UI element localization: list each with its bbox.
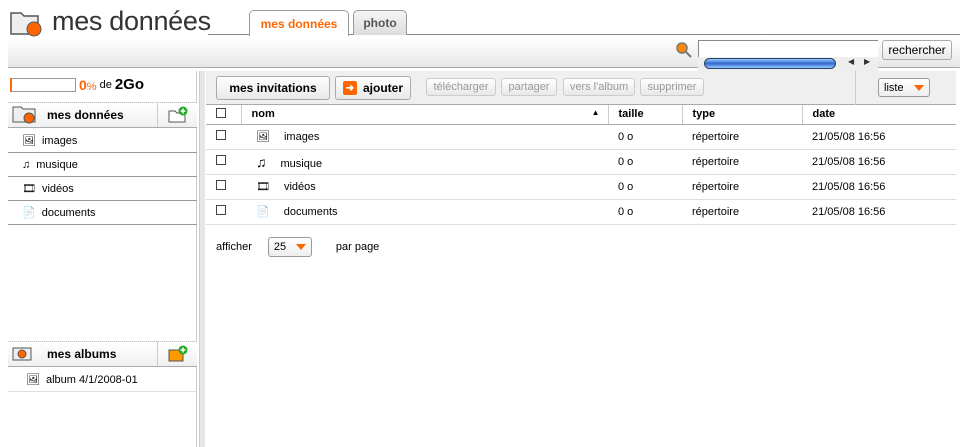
file-table: nom ▲ taille type date 🖼 images 0 o répertoi… — [206, 105, 956, 225]
row-type: répertoire — [682, 124, 802, 150]
row-checkbox[interactable] — [216, 130, 226, 140]
table-row[interactable]: 🖼 images 0 o répertoire 21/05/08 16:56 — [206, 124, 956, 150]
mes-albums-header[interactable]: mes albums — [8, 341, 197, 367]
row-type: répertoire — [682, 199, 802, 225]
tab-photo[interactable]: photo — [353, 10, 407, 35]
app-title: mes données — [52, 6, 211, 36]
quota-percent-sign: % — [86, 80, 97, 93]
mes-donnees-header[interactable]: mes données — [8, 102, 197, 128]
album-label: album 4/1/2008-01 — [45, 373, 138, 386]
document-icon: 📄 — [22, 207, 36, 219]
row-checkbox[interactable] — [216, 205, 226, 215]
scroll-left-icon[interactable]: ◀ — [848, 57, 854, 66]
add-label: ajouter — [362, 81, 403, 95]
app-logo: mes données — [8, 6, 211, 37]
folder-icon — [11, 104, 39, 127]
to-album-button[interactable]: vers l'album — [563, 78, 635, 96]
table-row[interactable]: 🎞 vidéos 0 o répertoire 21/05/08 16:56 — [206, 174, 956, 200]
pagination: afficher 25 par page — [216, 237, 379, 257]
image-icon: 🖼 — [22, 135, 36, 147]
row-checkbox[interactable] — [216, 180, 226, 190]
sidebar-item-label: musique — [36, 158, 78, 171]
col-date[interactable]: date — [802, 105, 956, 125]
table-row[interactable]: ♫ musique 0 o répertoire 21/05/08 16:56 — [206, 149, 956, 175]
music-icon: ♫ — [256, 153, 267, 170]
sidebar-item-label: images — [41, 134, 78, 147]
search-scrollbar[interactable]: ◀ ▶ — [698, 57, 878, 71]
row-date: 21/05/08 16:56 — [802, 124, 956, 150]
quota-of: de — [99, 78, 112, 91]
add-button[interactable]: ➜ ajouter — [335, 76, 411, 100]
quota-percent: 0 — [79, 76, 87, 93]
row-date: 21/05/08 16:56 — [802, 199, 956, 225]
new-album-icon[interactable] — [157, 342, 197, 366]
new-folder-icon[interactable] — [157, 103, 197, 127]
folder-logo-icon — [10, 11, 42, 36]
image-icon: 🖼 — [256, 131, 270, 143]
sidebar-item-documents[interactable]: 📄 documents — [8, 201, 197, 225]
invitations-button[interactable]: mes invitations — [216, 76, 330, 100]
share-button[interactable]: partager — [501, 78, 557, 96]
music-icon: ♫ — [22, 158, 31, 171]
select-all-checkbox[interactable] — [216, 107, 226, 118]
row-checkbox[interactable] — [216, 155, 226, 165]
row-size: 0 o — [608, 124, 682, 150]
view-label: liste — [884, 81, 904, 94]
sidebar-item-label: vidéos — [41, 182, 74, 195]
search-button[interactable]: rechercher — [882, 40, 952, 60]
row-name[interactable]: images — [284, 131, 319, 143]
row-date: 21/05/08 16:56 — [802, 149, 956, 175]
sidebar-splitter[interactable] — [199, 71, 205, 447]
document-icon: 📄 — [256, 206, 270, 218]
per-page-select[interactable]: 25 — [267, 237, 312, 257]
sidebar-item-musique[interactable]: ♫ musique — [8, 153, 197, 177]
col-type[interactable]: type — [682, 105, 803, 125]
search-input[interactable] — [698, 40, 878, 58]
table-header: nom ▲ taille type date — [206, 105, 956, 125]
mes-donnees-label: mes données — [47, 108, 124, 122]
sidebar-item-images[interactable]: 🖼 images — [8, 129, 197, 153]
row-name[interactable]: vidéos — [284, 181, 316, 193]
dropdown-icon — [295, 244, 306, 250]
col-taille[interactable]: taille — [608, 105, 683, 125]
show-label: afficher — [216, 241, 252, 253]
sidebar-item-videos[interactable]: 🎞 vidéos — [8, 177, 197, 201]
quota: 0% de 2Go — [10, 76, 144, 93]
delete-button[interactable]: supprimer — [640, 78, 704, 96]
image-icon: 🖼 — [26, 374, 40, 386]
tab-mes-donnees[interactable]: mes données — [249, 10, 349, 36]
scroll-right-icon[interactable]: ▶ — [864, 57, 870, 66]
table-row[interactable]: 📄 documents 0 o répertoire 21/05/08 16:56 — [206, 199, 956, 225]
album-item[interactable]: 🖼 album 4/1/2008-01 — [8, 368, 197, 392]
sort-asc-icon: ▲ — [591, 108, 600, 118]
mes-albums-label: mes albums — [47, 347, 117, 361]
camera-icon — [11, 344, 39, 365]
row-size: 0 o — [608, 149, 682, 175]
film-icon: 🎞 — [22, 183, 36, 195]
search-icon — [676, 42, 692, 58]
toolbar-divider — [855, 71, 856, 105]
scroll-thumb[interactable] — [704, 58, 836, 69]
row-date: 21/05/08 16:56 — [802, 174, 956, 200]
row-size: 0 o — [608, 174, 682, 200]
sidebar-item-label: documents — [41, 206, 96, 219]
film-icon: 🎞 — [256, 181, 270, 193]
col-nom[interactable]: nom ▲ — [241, 105, 609, 125]
row-name[interactable]: musique — [281, 158, 323, 170]
per-page-value: 25 — [273, 241, 287, 253]
arrow-right-icon: ➜ — [342, 81, 357, 95]
row-type: répertoire — [682, 174, 802, 200]
quota-bar — [10, 77, 76, 92]
quota-total: 2Go — [114, 76, 145, 93]
row-name[interactable]: documents — [284, 206, 338, 218]
dropdown-icon — [914, 84, 924, 91]
download-button[interactable]: télécharger — [426, 78, 496, 96]
row-size: 0 o — [608, 199, 682, 225]
col-label: nom — [251, 108, 275, 121]
per-page-label: par page — [335, 241, 380, 253]
view-select[interactable]: liste — [878, 78, 930, 97]
row-type: répertoire — [682, 149, 802, 175]
